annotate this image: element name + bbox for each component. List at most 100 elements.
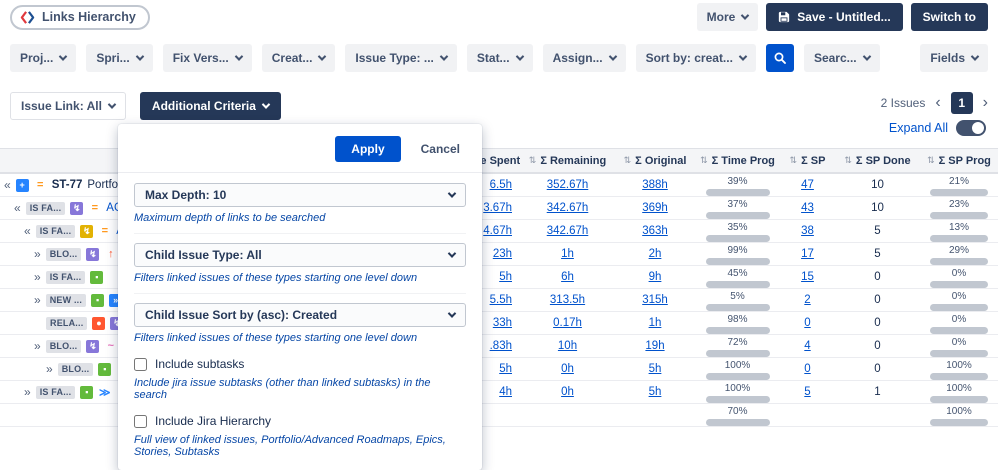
sum-original-value[interactable]: 315h (642, 294, 668, 306)
sum-remaining-value[interactable]: 10h (558, 340, 577, 352)
sum-time-spent-value[interactable]: 6.5h (490, 179, 512, 191)
sum-sp[interactable]: 0 (780, 317, 835, 329)
sum-original[interactable]: 1h (615, 317, 695, 329)
save-button[interactable]: Save - Untitled... (766, 3, 903, 31)
expand-toggle[interactable]: » (34, 247, 41, 261)
sum-sp[interactable]: 38 (780, 225, 835, 237)
sum-remaining-value[interactable]: 0.17h (553, 317, 582, 329)
sum-sp-value[interactable]: 2 (804, 294, 810, 306)
sum-remaining-value[interactable]: 313.5h (550, 294, 585, 306)
filter-chip[interactable]: Sort by: creat... (635, 44, 756, 72)
search-button[interactable] (765, 44, 794, 72)
sum-sp-value[interactable]: 15 (801, 271, 814, 283)
sum-remaining-value[interactable]: 352.67h (547, 179, 589, 191)
expand-toggle[interactable]: » (34, 339, 41, 353)
sum-remaining-value[interactable]: 342.67h (547, 202, 589, 214)
sum-remaining[interactable]: 352.67h (520, 179, 615, 191)
sum-sp-value[interactable]: 47 (801, 179, 814, 191)
filter-chip[interactable]: Proj... (10, 44, 77, 72)
filter-chip[interactable]: Spri... (86, 44, 153, 72)
sum-original[interactable]: 5h (615, 363, 695, 375)
sum-sp[interactable]: 47 (780, 179, 835, 191)
expand-all-toggle[interactable] (956, 120, 986, 136)
sum-remaining[interactable]: 0h (520, 386, 615, 398)
sum-sp[interactable]: 2 (780, 294, 835, 306)
sum-remaining-value[interactable]: 1h (561, 248, 574, 260)
sum-sp-value[interactable]: 5 (804, 386, 810, 398)
sum-original[interactable]: 315h (615, 294, 695, 306)
sum-original[interactable]: 19h (615, 340, 695, 352)
sum-original[interactable]: 363h (615, 225, 695, 237)
more-button[interactable]: More (696, 3, 759, 31)
sum-remaining[interactable]: 342.67h (520, 225, 615, 237)
sum-time-spent-value[interactable]: .83h (490, 340, 512, 352)
sum-original-value[interactable]: 5h (649, 386, 662, 398)
criteria-checkbox-input[interactable] (134, 414, 147, 428)
expand-toggle[interactable]: « (24, 224, 31, 238)
filter-chip[interactable]: Creat... (261, 44, 336, 72)
expand-toggle[interactable]: « (4, 178, 11, 192)
sum-original-value[interactable]: 5h (649, 363, 662, 375)
criteria-select[interactable]: Child Issue Sort by (asc): Created (134, 303, 466, 327)
sum-remaining-value[interactable]: 342.67h (547, 225, 589, 237)
sum-original-value[interactable]: 19h (645, 340, 664, 352)
criteria-select[interactable]: Max Depth: 10 (134, 183, 466, 207)
sum-remaining[interactable]: 342.67h (520, 202, 615, 214)
column-header[interactable]: ⇅ Σ Remaining (520, 155, 615, 167)
sum-sp-value[interactable]: 17 (801, 248, 814, 260)
sum-time-spent-value[interactable]: 33h (493, 317, 512, 329)
sum-remaining-value[interactable]: 0h (561, 363, 574, 375)
criteria-checkbox-input[interactable] (134, 357, 147, 371)
sum-time-spent-value[interactable]: 4h (499, 386, 512, 398)
sum-sp[interactable]: 43 (780, 202, 835, 214)
column-header[interactable]: ⇅ Σ SP Prog (920, 155, 998, 167)
current-page[interactable]: 1 (950, 92, 973, 114)
sum-remaining-value[interactable]: 6h (561, 271, 574, 283)
cancel-button[interactable]: Cancel (415, 141, 466, 157)
sum-sp-value[interactable]: 4 (804, 340, 810, 352)
app-badge[interactable]: Links Hierarchy (10, 4, 150, 30)
expand-toggle[interactable]: » (24, 385, 31, 399)
column-header[interactable]: ⇅ Σ Time Prog (695, 155, 780, 167)
prev-page-button[interactable]: ‹ (935, 95, 940, 111)
filter-chip[interactable]: Fix Vers... (162, 44, 252, 72)
expand-toggle[interactable]: « (14, 201, 21, 215)
additional-criteria-button[interactable]: Additional Criteria (139, 92, 281, 120)
sum-original[interactable]: 9h (615, 271, 695, 283)
sum-original-value[interactable]: 2h (649, 248, 662, 260)
apply-button[interactable]: Apply (335, 136, 401, 162)
sum-original[interactable]: 388h (615, 179, 695, 191)
issue-link-filter[interactable]: Issue Link: All (10, 92, 126, 120)
sum-sp[interactable]: 15 (780, 271, 835, 283)
sum-sp[interactable]: 4 (780, 340, 835, 352)
sum-time-spent-value[interactable]: 23h (493, 248, 512, 260)
fields-button[interactable]: Fields (920, 44, 988, 72)
sum-time-spent-value[interactable]: 5h (499, 363, 512, 375)
sum-sp-value[interactable]: 43 (801, 202, 814, 214)
sum-original-value[interactable]: 369h (642, 202, 668, 214)
sum-original[interactable]: 369h (615, 202, 695, 214)
search-filter-chip[interactable]: Searc... (803, 44, 880, 72)
expand-toggle[interactable]: » (46, 362, 53, 376)
sum-original[interactable]: 2h (615, 248, 695, 260)
sum-original-value[interactable]: 363h (642, 225, 668, 237)
expand-all-link[interactable]: Expand All (889, 121, 948, 135)
sum-time-spent-value[interactable]: 5h (499, 271, 512, 283)
sum-remaining[interactable]: 313.5h (520, 294, 615, 306)
sum-sp[interactable]: 17 (780, 248, 835, 260)
sum-sp-value[interactable]: 38 (801, 225, 814, 237)
expand-toggle[interactable]: » (34, 293, 41, 307)
sum-remaining[interactable]: 0.17h (520, 317, 615, 329)
criteria-select[interactable]: Child Issue Type: All (134, 243, 466, 267)
sum-remaining[interactable]: 10h (520, 340, 615, 352)
sum-sp-value[interactable]: 0 (804, 317, 810, 329)
sum-remaining[interactable]: 1h (520, 248, 615, 260)
sum-sp[interactable]: 0 (780, 363, 835, 375)
column-header[interactable]: ⇅ Σ SP (780, 155, 835, 167)
column-header[interactable]: ⇅ Σ SP Done (835, 155, 920, 167)
filter-chip[interactable]: Issue Type: ... (345, 44, 457, 72)
expand-toggle[interactable]: » (34, 270, 41, 284)
sum-remaining[interactable]: 0h (520, 363, 615, 375)
sum-remaining-value[interactable]: 0h (561, 386, 574, 398)
issue-key[interactable]: ST-77 (52, 179, 83, 191)
